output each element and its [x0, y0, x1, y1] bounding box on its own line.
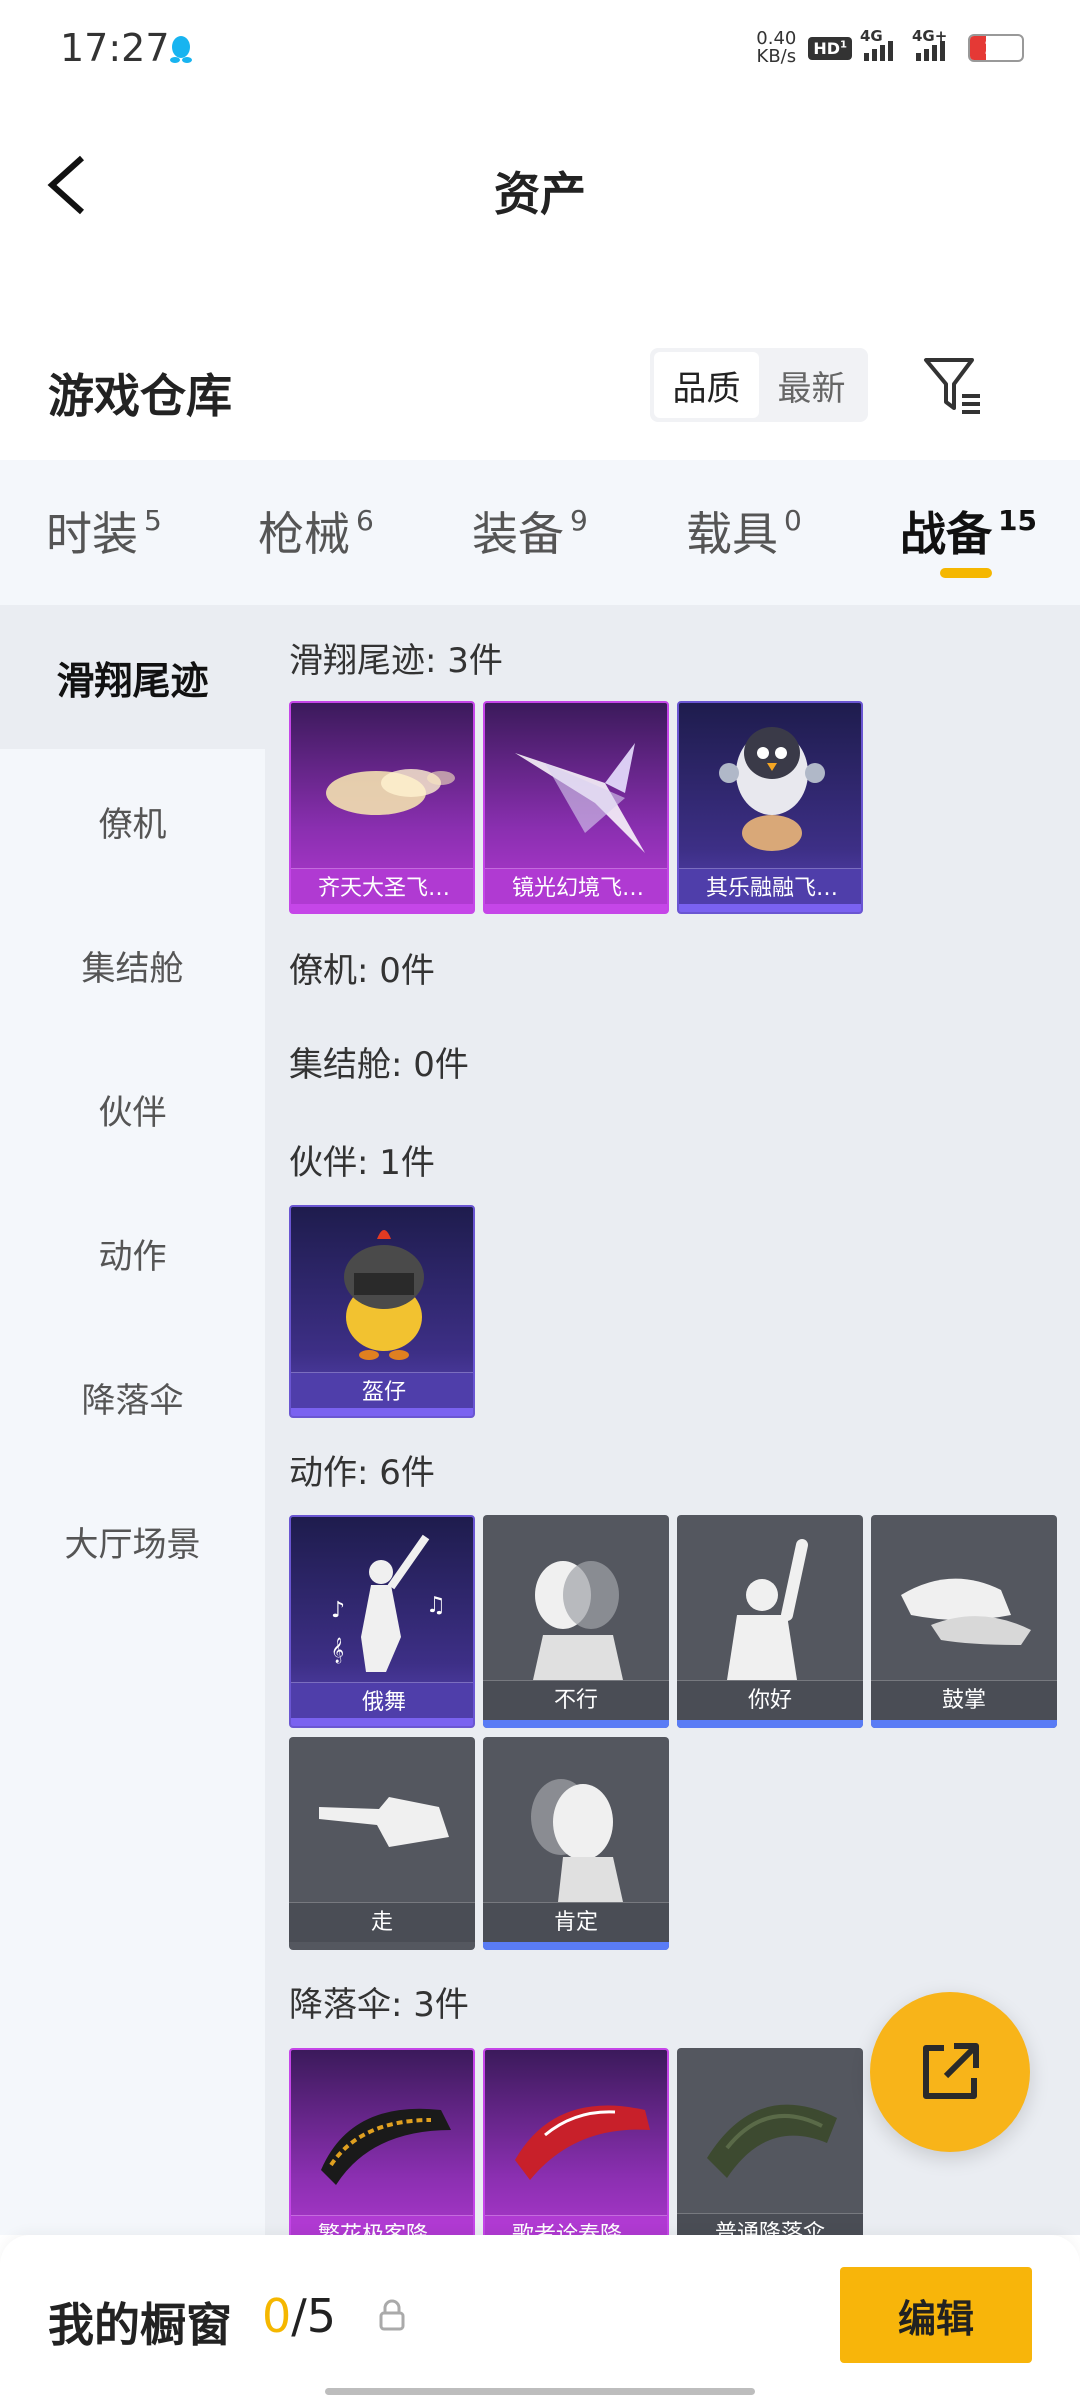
item-name: 歌者诠奏降… — [485, 2215, 667, 2235]
showcase-bar: 我的橱窗 0/5 编辑 — [0, 2235, 1080, 2400]
wing-trail-image — [515, 743, 645, 853]
cloud-trail-image — [326, 769, 455, 815]
tab-readiness[interactable]: 战备 15 — [900, 498, 1037, 564]
sidebar-item-parachute[interactable]: 降落伞 — [0, 1325, 265, 1469]
share-button[interactable] — [870, 1992, 1030, 2152]
item-name: 其乐融融飞… — [679, 868, 861, 908]
sidebar-item-wingman[interactable]: 僚机 — [0, 749, 265, 893]
item-name: 肯定 — [483, 1902, 669, 1942]
battery-icon: 17 — [968, 34, 1024, 62]
section-title-wingman: 僚机: 0件 — [289, 951, 435, 991]
section-title-partner: 伙伴: 1件 — [289, 1143, 435, 1183]
filter-icon[interactable] — [920, 352, 986, 418]
warehouse-title: 游戏仓库 — [48, 369, 232, 423]
sidebar: 滑翔尾迹 僚机 集结舱 伙伴 动作 降落伞 大厅场景 — [0, 605, 265, 2235]
wave-hello-emote-image — [727, 1539, 808, 1680]
tab-indicator — [940, 568, 992, 578]
sidebar-item-partner[interactable]: 伙伴 — [0, 1037, 265, 1181]
sidebar-item-emote[interactable]: 动作 — [0, 1181, 265, 1325]
item-list: 滑翔尾迹: 3件 齐天大圣飞… 镜光幻境飞… 其乐融融飞… 僚机: 0件 集结舱… — [265, 605, 1080, 2235]
lock-icon — [379, 2299, 405, 2331]
home-indicator — [325, 2388, 755, 2395]
header: 资产 — [0, 120, 1080, 250]
section-title-emote: 动作: 6件 — [289, 1453, 435, 1493]
showcase-label: 我的橱窗 — [48, 2298, 232, 2352]
svg-text:♫: ♫ — [426, 1593, 446, 1618]
item-name: 走 — [289, 1902, 475, 1942]
item-name: 繁花极客降… — [291, 2215, 473, 2235]
status-time: 17:27 — [60, 26, 170, 70]
status-bar: 17:27 0.40 KB/s HD1 4G 4G+ 17 — [0, 0, 1080, 100]
item-card-parachute-3[interactable]: 普通降落伞 — [677, 2048, 863, 2235]
section-title-glide: 滑翔尾迹: 3件 — [289, 641, 503, 681]
item-card-glide-1[interactable]: 齐天大圣飞… — [289, 701, 475, 914]
sort-quality-button[interactable]: 品质 — [654, 352, 759, 418]
svg-text:♪: ♪ — [331, 1598, 345, 1623]
item-card-parachute-2[interactable]: 歌者诠奏降… — [483, 2048, 669, 2235]
clap-emote-image — [901, 1578, 1031, 1645]
item-name: 鼓掌 — [871, 1680, 1057, 1720]
page-title: 资产 — [494, 167, 586, 221]
item-card-parachute-1[interactable]: 繁花极客降… — [289, 2048, 475, 2235]
item-card-emote-2[interactable]: 不行 — [483, 1515, 669, 1728]
dance-emote-image: ♪ ♫ 𝄞 — [331, 1534, 446, 1672]
point-emote-image — [319, 1797, 449, 1847]
penguin-trail-image — [719, 727, 825, 851]
sort-toggle: 品质 最新 — [650, 348, 868, 422]
item-card-glide-3[interactable]: 其乐融融飞… — [677, 701, 863, 914]
network-speed: 0.40 KB/s — [756, 28, 797, 67]
item-name: 盔仔 — [291, 1372, 473, 1412]
item-card-partner-1[interactable]: 盔仔 — [289, 1205, 475, 1418]
edit-button[interactable]: 编辑 — [840, 2267, 1032, 2363]
item-card-emote-5[interactable]: 走 — [289, 1737, 475, 1950]
sidebar-item-capsule[interactable]: 集结舱 — [0, 893, 265, 1037]
signal-sim2-icon: 4G+ — [912, 27, 956, 61]
head-shake-emote-image — [533, 1561, 623, 1680]
hd-voice-badge: HD1 — [808, 36, 852, 60]
share-external-icon — [923, 2043, 979, 2099]
tab-fashion[interactable]: 时装 5 — [46, 498, 162, 564]
sidebar-item-glide-trail[interactable]: 滑翔尾迹 — [0, 605, 265, 749]
item-name: 不行 — [483, 1680, 669, 1720]
category-tabs: 时装 5 枪械 6 装备 9 载具 0 战备 15 — [0, 460, 1080, 605]
parachute-image — [707, 2104, 837, 2178]
tab-guns[interactable]: 枪械 6 — [258, 498, 374, 564]
item-name: 镜光幻境飞… — [485, 868, 667, 908]
item-card-emote-1[interactable]: ♪ ♫ 𝄞 俄舞 — [289, 1515, 475, 1728]
sort-latest-button[interactable]: 最新 — [759, 352, 864, 418]
tab-vehicles[interactable]: 载具 0 — [686, 498, 802, 564]
nod-emote-image — [531, 1779, 623, 1902]
warehouse-header: 游戏仓库 品质 最新 — [0, 340, 1080, 460]
section-title-parachute: 降落伞: 3件 — [289, 1985, 469, 2025]
svg-text:𝄞: 𝄞 — [331, 1637, 344, 1663]
parachute-image — [515, 2105, 650, 2180]
sidebar-item-lobby-scene[interactable]: 大厅场景 — [0, 1469, 265, 1613]
item-name: 齐天大圣飞… — [291, 868, 473, 908]
showcase-count: 0/5 — [262, 2289, 337, 2343]
helmet-chick-image — [344, 1230, 424, 1360]
item-name: 普通降落伞 — [677, 2213, 863, 2235]
parachute-image — [321, 2108, 451, 2185]
status-icons: 0.40 KB/s HD1 4G 4G+ 17 — [756, 27, 1024, 67]
qq-penguin-icon — [170, 36, 192, 63]
section-title-capsule: 集结舱: 0件 — [289, 1045, 469, 1085]
item-card-emote-6[interactable]: 肯定 — [483, 1737, 669, 1950]
tab-equipment[interactable]: 装备 9 — [472, 498, 588, 564]
item-card-emote-4[interactable]: 鼓掌 — [871, 1515, 1057, 1728]
signal-sim1-icon: 4G — [860, 27, 904, 61]
item-name: 俄舞 — [291, 1682, 473, 1722]
item-card-glide-2[interactable]: 镜光幻境飞… — [483, 701, 669, 914]
item-name: 你好 — [677, 1680, 863, 1720]
item-card-emote-3[interactable]: 你好 — [677, 1515, 863, 1728]
